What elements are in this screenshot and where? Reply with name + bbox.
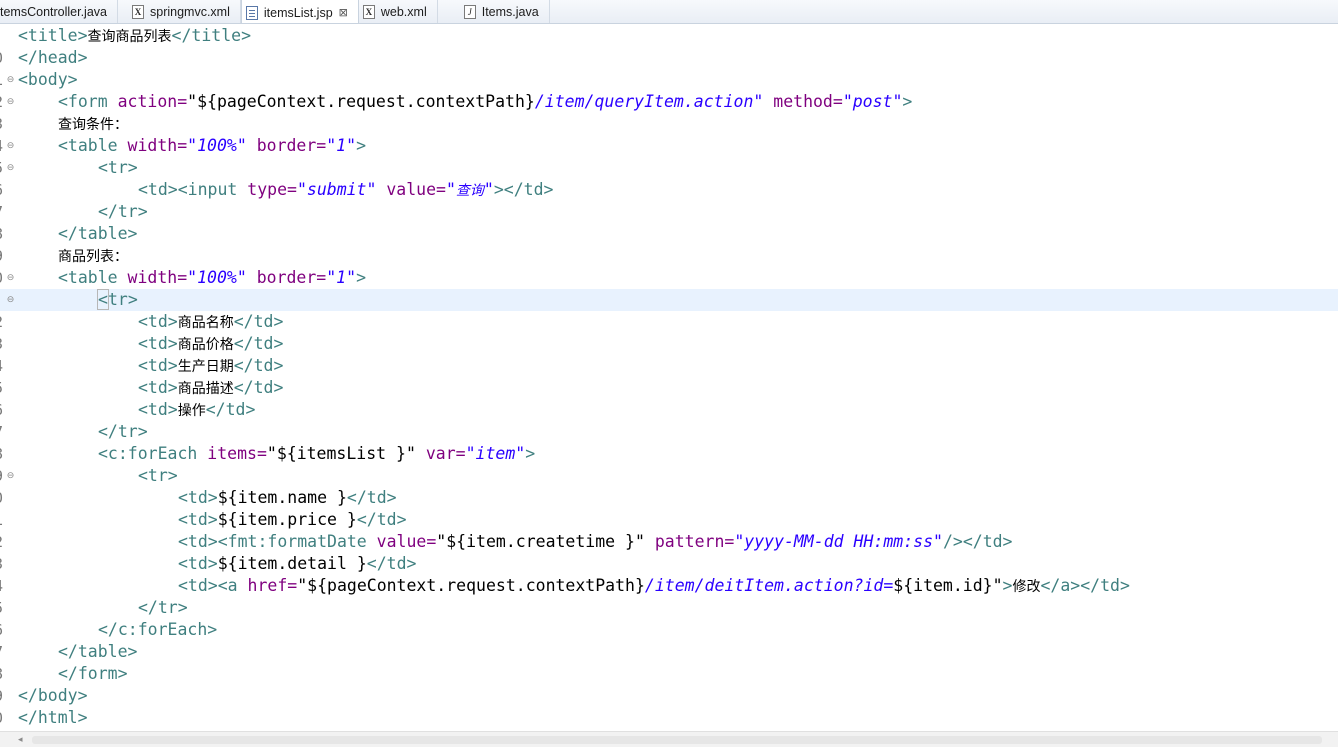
code-text: <td>商品价格</td> bbox=[138, 334, 284, 353]
code-line[interactable]: 3 <td>商品名称</td> bbox=[0, 311, 1338, 353]
code-text: </c:forEach> bbox=[98, 620, 218, 639]
code-line[interactable]: 0 </body> bbox=[0, 685, 1338, 727]
code-text: <td>操作</td> bbox=[138, 400, 256, 419]
code-text: <c:forEach items="${itemsList }" var="it… bbox=[98, 444, 536, 463]
code-text: <body> bbox=[18, 70, 78, 89]
code-text: <tr> bbox=[97, 289, 138, 310]
tab-label: temsController.java bbox=[0, 5, 107, 19]
tab-web-xml[interactable]: X web.xml bbox=[359, 0, 438, 23]
xml-file-icon: X bbox=[362, 5, 375, 19]
code-line[interactable]: 9 <c:forEach items="${itemsList }" var="… bbox=[0, 443, 1338, 485]
code-line[interactable]: 1 </html> bbox=[0, 707, 1338, 729]
code-line[interactable]: 0 ⊖ <tr> bbox=[0, 465, 1338, 507]
code-line[interactable]: 5 <td>生产日期</td> bbox=[0, 355, 1338, 397]
code-text: <td>生产日期</td> bbox=[138, 356, 284, 375]
code-line[interactable]: 8 </tr> bbox=[0, 201, 1338, 243]
code-text: </table> bbox=[58, 642, 138, 661]
code-text: <table width="100%" border="1"> bbox=[58, 268, 366, 287]
code-text: </body> bbox=[18, 686, 88, 705]
scroll-left-arrow-icon[interactable]: ◂ bbox=[18, 735, 23, 745]
code-line[interactable]: 0 商品列表： bbox=[0, 245, 1338, 287]
fold-toggle-icon[interactable]: ⊖ bbox=[6, 76, 15, 85]
code-line[interactable]: 1 ⊖ <table width="100%" border="1"> bbox=[0, 267, 1338, 309]
code-text: <td>商品名称</td> bbox=[138, 312, 284, 331]
tab-items-java[interactable]: J Items.java bbox=[438, 0, 550, 23]
code-text: </form> bbox=[58, 664, 128, 683]
code-text: </tr> bbox=[98, 422, 148, 441]
code-text: <td><input type="submit" value="查询"></td… bbox=[138, 180, 554, 199]
fold-toggle-icon[interactable]: ⊖ bbox=[6, 296, 15, 305]
code-text: </html> bbox=[18, 708, 88, 727]
code-line[interactable]: 3 ⊖ <form action="${pageContext.request.… bbox=[0, 91, 1338, 133]
scrollbar-thumb[interactable] bbox=[32, 736, 1322, 744]
tab-label: web.xml bbox=[380, 5, 427, 19]
code-line[interactable]: 9 </table> bbox=[0, 223, 1338, 265]
close-icon[interactable]: ⊠ bbox=[339, 7, 348, 18]
tab-itemslist-jsp[interactable]: itemsList.jsp ⊠ bbox=[240, 0, 359, 23]
code-text: <td><a href="${pageContext.request.conte… bbox=[178, 576, 1130, 595]
fold-toggle-icon[interactable]: ⊖ bbox=[6, 142, 15, 151]
code-text: <td>${item.name }</td> bbox=[178, 488, 397, 507]
code-line[interactable]: 2 ⊖ <body> bbox=[0, 69, 1338, 111]
code-line[interactable]: 8 </table> bbox=[0, 641, 1338, 683]
code-editor[interactable]: 0 <title>查询商品列表</title> 1 </head> 2 ⊖ <b… bbox=[0, 25, 1338, 731]
code-line[interactable]: 5 ⊖ <table width="100%" border="1"> bbox=[0, 135, 1338, 177]
code-line[interactable]: 2 <td>${item.price }</td> bbox=[0, 509, 1338, 551]
xml-file-icon: X bbox=[132, 5, 144, 19]
code-line[interactable]: 6 </tr> bbox=[0, 597, 1338, 639]
code-line[interactable]: 7 <td>操作</td> bbox=[0, 399, 1338, 441]
fold-toggle-icon[interactable]: ⊖ bbox=[6, 472, 15, 481]
tab-springmvc-xml[interactable]: X springmvc.xml bbox=[118, 0, 241, 23]
code-line[interactable]: 6 <td>商品描述</td> bbox=[0, 377, 1338, 419]
code-line[interactable]: 8 </tr> bbox=[0, 421, 1338, 463]
code-text: <td>${item.price }</td> bbox=[178, 510, 407, 529]
code-text: <td>${item.detail }</td> bbox=[178, 554, 417, 573]
tab-label: itemsList.jsp bbox=[263, 5, 333, 20]
tab-items-controller[interactable]: temsController.java bbox=[0, 0, 118, 23]
tab-label: springmvc.xml bbox=[150, 5, 230, 19]
code-text: <table width="100%" border="1"> bbox=[58, 136, 366, 155]
fold-toggle-icon[interactable]: ⊖ bbox=[6, 98, 15, 107]
code-line[interactable]: 4 <td>商品价格</td> bbox=[0, 333, 1338, 375]
code-text: </tr> bbox=[98, 202, 148, 221]
fold-toggle-icon[interactable]: ⊖ bbox=[6, 164, 15, 173]
code-text: <tr> bbox=[98, 158, 138, 177]
editor-tab-bar: temsController.java X springmvc.xml item… bbox=[0, 0, 1338, 24]
tab-label: Items.java bbox=[481, 5, 539, 19]
java-file-icon: J bbox=[463, 5, 476, 19]
code-text: <form action="${pageContext.request.cont… bbox=[58, 92, 913, 111]
fold-toggle-icon[interactable]: ⊖ bbox=[6, 274, 15, 283]
code-text: </head> bbox=[18, 48, 88, 67]
code-line[interactable]: 6 ⊖ <tr> bbox=[0, 157, 1338, 199]
code-line[interactable]: 0 <title>查询商品列表</title> bbox=[0, 25, 1338, 67]
code-line[interactable]: 7 <td><input type="submit" value="查询"></… bbox=[0, 179, 1338, 221]
code-line[interactable]: 4 <td>${item.detail }</td> bbox=[0, 553, 1338, 595]
code-text: </tr> bbox=[138, 598, 188, 617]
jsp-file-icon bbox=[245, 5, 258, 20]
code-line[interactable]: 1 <td>${item.name }</td> bbox=[0, 487, 1338, 529]
code-line[interactable]: 9 </form> bbox=[0, 663, 1338, 705]
horizontal-scrollbar[interactable]: ◂ bbox=[0, 731, 1338, 747]
code-text: 查询条件： bbox=[58, 117, 128, 133]
code-line[interactable]: 7 </c:forEach> bbox=[0, 619, 1338, 661]
code-text: <td>商品描述</td> bbox=[138, 378, 284, 397]
code-line[interactable]: 3 <td><fmt:formatDate value="${item.crea… bbox=[0, 531, 1338, 573]
code-line[interactable]: 1 </head> bbox=[0, 47, 1338, 89]
code-text: 商品列表： bbox=[58, 249, 128, 265]
code-line[interactable]: 5 <td><a href="${pageContext.request.con… bbox=[0, 575, 1338, 617]
code-line[interactable]: 4 查询条件： bbox=[0, 113, 1338, 155]
code-text: <title>查询商品列表</title> bbox=[18, 26, 252, 45]
code-text: <tr> bbox=[138, 466, 178, 485]
code-text: <td><fmt:formatDate value="${item.create… bbox=[178, 532, 1013, 551]
code-text: </table> bbox=[58, 224, 138, 243]
current-code-line[interactable]: 2 ⊖ <tr> bbox=[0, 289, 1338, 331]
